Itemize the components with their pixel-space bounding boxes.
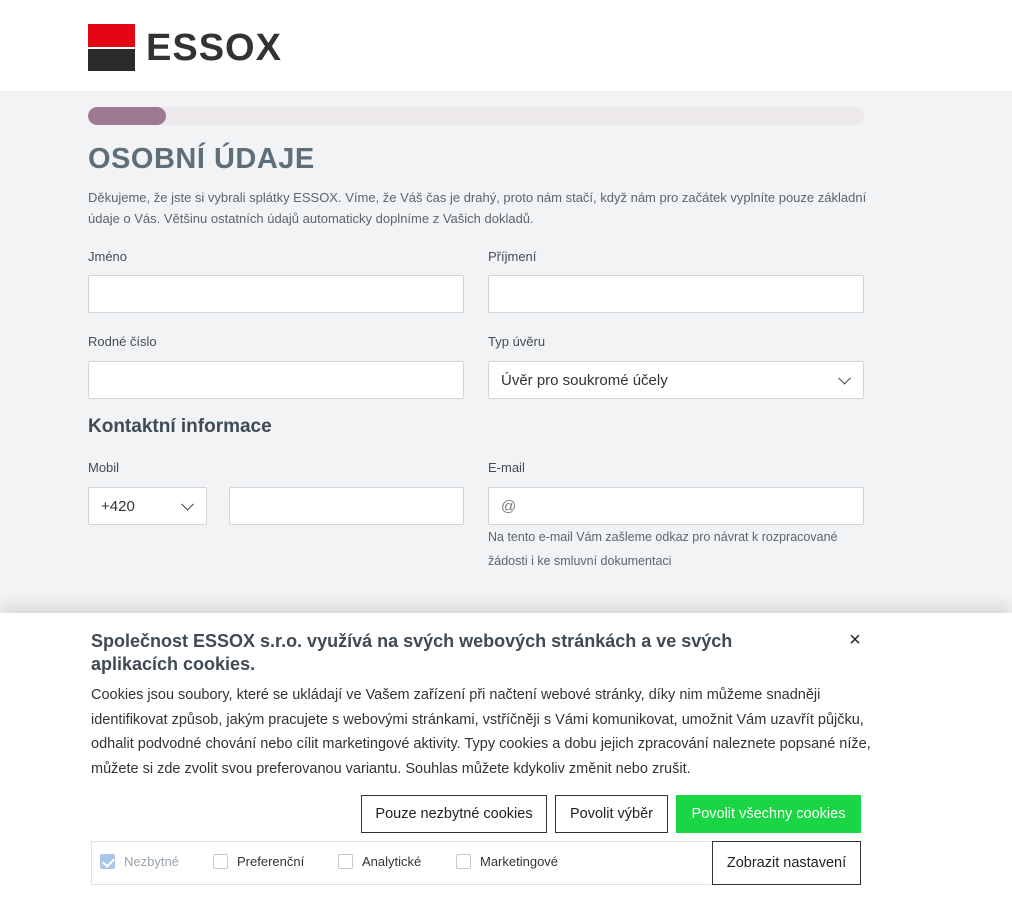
checkbox-necessary[interactable]: Nezbytné — [100, 854, 179, 869]
close-icon[interactable]: × — [846, 630, 864, 650]
first-name-label: Jméno — [88, 249, 128, 264]
chevron-down-icon — [181, 497, 194, 511]
loan-type-label: Typ úvěru — [488, 334, 546, 349]
checkbox-unchecked-icon — [213, 854, 228, 869]
checkbox-marketing[interactable]: Marketingové — [456, 854, 558, 869]
email-placeholder: @ — [501, 497, 517, 515]
last-name-label: Příjmení — [488, 249, 537, 264]
checkbox-necessary-label: Nezbytné — [124, 854, 179, 869]
progress-bar — [88, 107, 864, 125]
loan-type-select[interactable]: Úvěr pro soukromé účely — [488, 361, 864, 399]
necessary-cookies-button[interactable]: Pouze nezbytné cookies — [361, 795, 547, 833]
checkbox-marketing-label: Marketingové — [480, 854, 559, 869]
mobile-number-input[interactable] — [229, 487, 464, 525]
phone-prefix-select[interactable]: +420 — [88, 487, 207, 525]
page-title: OSOBNÍ ÚDAJE — [88, 143, 315, 175]
birth-number-input[interactable] — [88, 361, 464, 399]
email-label: E-mail — [488, 460, 525, 475]
cookie-banner-title: Společnost ESSOX s.r.o. využívá na svých… — [91, 631, 733, 674]
show-settings-button[interactable]: Zobrazit nastavení — [712, 841, 861, 885]
checkbox-unchecked-icon — [456, 854, 471, 869]
allow-all-cookies-button[interactable]: Povolit všechny cookies — [676, 795, 861, 833]
essox-logo-mark[interactable] — [88, 24, 135, 71]
checkbox-checked-icon — [100, 854, 115, 869]
checkbox-preferences-label: Preferenční — [237, 854, 305, 869]
phone-prefix-value: +420 — [101, 497, 135, 515]
email-input[interactable]: @ — [488, 487, 864, 525]
mobile-label: Mobil — [88, 460, 120, 475]
contact-section-title: Kontaktní informace — [88, 416, 272, 437]
checkbox-unchecked-icon — [338, 854, 353, 869]
progress-bar-fill — [88, 107, 166, 125]
birth-number-label: Rodné číslo — [88, 334, 157, 349]
cookie-banner-text: Cookies jsou soubory, které se ukládají … — [91, 687, 871, 777]
application-form: OSOBNÍ ÚDAJE Děkujeme, že jste si vybral… — [0, 91, 1012, 613]
site-header: ESSOX — [0, 0, 1012, 91]
last-name-input[interactable] — [488, 275, 864, 313]
essox-logo-text[interactable]: ESSOX — [146, 27, 282, 69]
allow-selection-button[interactable]: Povolit výběr — [555, 795, 668, 833]
loan-type-value: Úvěr pro soukromé účely — [501, 371, 668, 389]
intro-text: Děkujeme, že jste si vybrali splátky ESS… — [88, 190, 867, 226]
checkbox-preferences[interactable]: Preferenční — [213, 854, 304, 869]
checkbox-analytics[interactable]: Analytické — [338, 854, 421, 869]
chevron-down-icon — [838, 371, 851, 385]
checkbox-analytics-label: Analytické — [362, 854, 422, 869]
email-hint: Na tento e-mail Vám zašleme odkaz pro ná… — [488, 530, 838, 568]
cookie-category-checkboxes: Nezbytné Preferenční Analytické Marketin… — [91, 841, 711, 885]
first-name-input[interactable] — [88, 275, 464, 313]
cookie-banner: Společnost ESSOX s.r.o. využívá na svých… — [0, 613, 1012, 900]
